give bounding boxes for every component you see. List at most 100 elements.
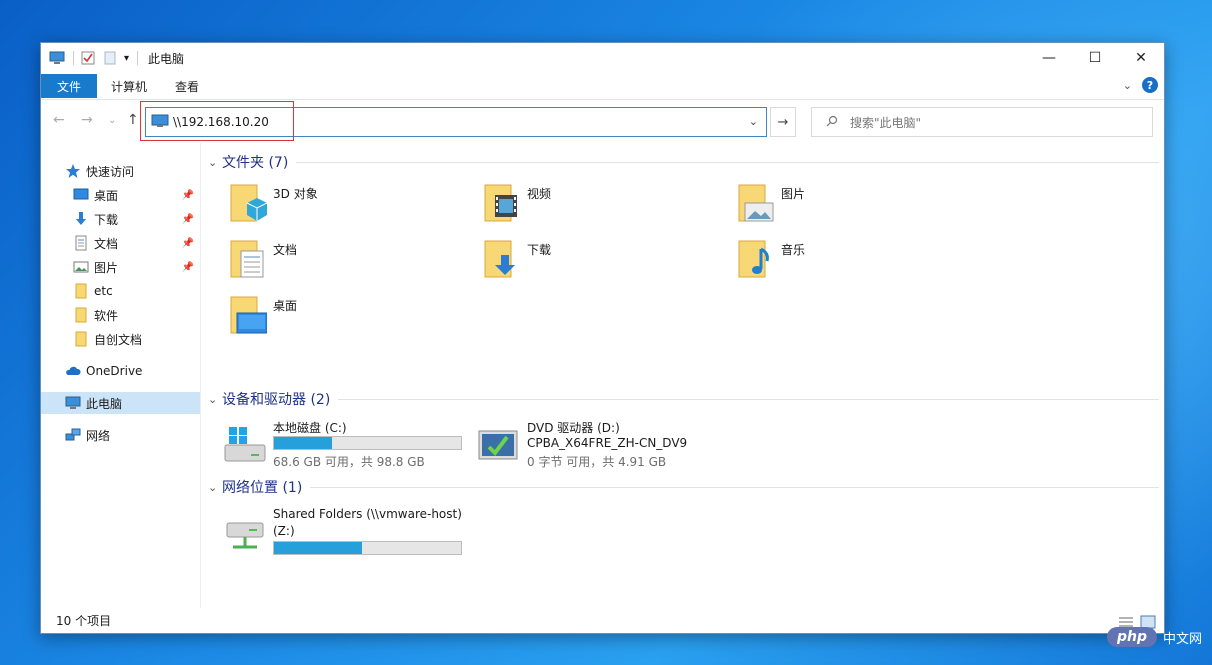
drive-letter-label: (Z:) <box>273 524 295 538</box>
collapse-chevron-icon[interactable]: ⌄ <box>208 393 222 406</box>
collapse-chevron-icon[interactable]: ⌄ <box>208 156 222 169</box>
ribbon-tabs: 文件 计算机 查看 ⌄ ? <box>41 74 1164 98</box>
folder-label: 桌面 <box>273 299 298 313</box>
sidebar-item-desktop[interactable]: 桌面 📌 <box>41 184 200 206</box>
sidebar-item-label: 下载 <box>94 212 119 227</box>
drive-space-detail: 0 字节 可用，共 4.91 GB <box>527 455 667 469</box>
folder-label: 图片 <box>781 187 806 201</box>
document-icon <box>73 235 89 251</box>
sidebar-item-network[interactable]: 网络 <box>41 424 200 446</box>
network-drive-tile-z[interactable]: Shared Folders (\\vmware-host) (Z:) <box>223 507 483 559</box>
collapse-chevron-icon[interactable]: ⌄ <box>208 481 222 494</box>
close-button[interactable]: ✕ <box>1118 43 1164 73</box>
section-title: 文件夹 (7) <box>222 155 289 171</box>
section-title: 设备和驱动器 (2) <box>222 392 331 408</box>
back-arrow-icon[interactable]: ← <box>53 112 65 128</box>
sidebar-item-etc[interactable]: etc <box>41 280 200 302</box>
drive-name: 本地磁盘 (C:) <box>273 421 347 435</box>
folder-icon <box>73 331 89 347</box>
minimize-button[interactable]: — <box>1026 43 1072 73</box>
sidebar-item-this-pc[interactable]: 此电脑 <box>41 392 200 414</box>
sidebar-item-downloads[interactable]: 下载 📌 <box>41 208 200 230</box>
section-divider <box>296 161 1159 163</box>
desktop-folder-icon <box>227 293 268 337</box>
pin-icon[interactable]: 📌 <box>182 262 194 273</box>
drive-tile-dvd-d[interactable]: DVD 驱动器 (D:) CPBA_X64FRE_ZH-CN_DV9 0 字节 … <box>477 419 737 471</box>
search-box[interactable]: 搜索"此电脑" <box>811 107 1153 137</box>
expand-ribbon-icon[interactable]: ⌄ <box>1123 79 1132 92</box>
search-icon <box>826 115 838 130</box>
window-title: 此电脑 <box>148 51 185 66</box>
computer-icon <box>65 395 81 411</box>
star-icon <box>65 163 81 179</box>
address-dropdown-icon[interactable]: ⌄ <box>749 115 758 128</box>
section-title: 网络位置 (1) <box>222 480 303 496</box>
help-icon[interactable]: ? <box>1142 77 1158 93</box>
maximize-button[interactable]: ☐ <box>1072 43 1118 73</box>
folder-label: 音乐 <box>781 243 806 257</box>
sidebar-item-documents[interactable]: 文档 📌 <box>41 232 200 254</box>
sidebar-item-pictures[interactable]: 图片 📌 <box>41 256 200 278</box>
drive-usage-bar <box>273 541 462 555</box>
title-bar: ▾ 此电脑 — ☐ ✕ <box>41 43 1164 73</box>
sidebar-item-label: 桌面 <box>94 188 119 203</box>
download-icon <box>73 211 89 227</box>
network-drive-icon <box>223 517 267 557</box>
folder-icon <box>73 307 89 323</box>
sidebar-item-onedrive[interactable]: OneDrive <box>41 360 200 382</box>
drive-name: Shared Folders (\\vmware-host) <box>273 507 462 521</box>
section-divider <box>338 398 1159 400</box>
up-arrow-icon[interactable]: ↑ <box>127 112 139 128</box>
video-folder-icon <box>481 181 521 225</box>
sidebar-item-software[interactable]: 软件 <box>41 304 200 326</box>
sidebar-item-label: 图片 <box>94 260 119 275</box>
go-arrow-icon[interactable]: → <box>770 107 796 137</box>
navigation-pane: 快速访问 桌面 📌 下载 📌 文档 📌 图片 📌 etc 软件 自创文档 One… <box>41 143 201 608</box>
new-folder-icon[interactable] <box>102 50 118 66</box>
sidebar-item-custom-docs[interactable]: 自创文档 <box>41 328 200 350</box>
folder-tile-music[interactable]: 音乐 <box>735 237 805 281</box>
drive-usage-bar <box>273 436 462 450</box>
drive-usage-fill <box>274 437 332 449</box>
sidebar-item-label: 软件 <box>94 308 119 323</box>
quick-access-toolbar: ▾ 此电脑 <box>41 50 184 67</box>
content-area: ⌄ 文件夹 (7) 3D 对象 视频 图片 文档 下载 音乐 桌面 ⌄ 设备和驱… <box>203 143 1163 608</box>
section-header-network[interactable]: ⌄ 网络位置 (1) <box>203 476 1159 498</box>
desktop-icon <box>73 187 89 203</box>
recent-locations-chevron-icon[interactable]: ⌄ <box>108 115 116 126</box>
tab-computer[interactable]: 计算机 <box>97 74 161 98</box>
sidebar-item-quick-access[interactable]: 快速访问 <box>41 160 200 182</box>
sidebar-item-label: 文档 <box>94 236 119 251</box>
drive-tile-local-c[interactable]: 本地磁盘 (C:) 68.6 GB 可用，共 98.8 GB <box>223 419 473 469</box>
pin-icon[interactable]: 📌 <box>182 238 194 249</box>
sidebar-item-label: OneDrive <box>86 364 143 378</box>
folder-tile-pictures[interactable]: 图片 <box>735 181 805 225</box>
pin-icon[interactable]: 📌 <box>182 190 194 201</box>
folder-tile-documents[interactable]: 文档 <box>227 237 297 281</box>
folder-tile-downloads[interactable]: 下载 <box>481 237 551 281</box>
documents-folder-icon <box>227 237 267 281</box>
tab-view[interactable]: 查看 <box>161 74 213 98</box>
section-header-folders[interactable]: ⌄ 文件夹 (7) <box>203 151 1159 173</box>
section-header-drives[interactable]: ⌄ 设备和驱动器 (2) <box>203 388 1159 410</box>
watermark-badge: php <box>1106 627 1157 647</box>
3d-objects-icon <box>227 181 268 225</box>
customize-toolbar-icon[interactable]: ▾ <box>124 53 129 64</box>
pin-icon[interactable]: 📌 <box>182 214 194 225</box>
properties-icon[interactable] <box>80 50 96 66</box>
toolbar-separator <box>73 51 74 65</box>
drive-usage-fill <box>274 542 362 554</box>
forward-arrow-icon[interactable]: → <box>81 112 93 128</box>
computer-icon <box>49 50 65 66</box>
folder-tile-videos[interactable]: 视频 <box>481 181 551 225</box>
sidebar-item-label: 快速访问 <box>86 164 135 179</box>
network-icon <box>65 427 81 443</box>
folder-tile-desktop[interactable]: 桌面 <box>227 293 297 337</box>
pictures-folder-icon <box>735 181 775 225</box>
php-watermark: php 中文网 <box>1106 627 1202 647</box>
music-folder-icon <box>735 237 775 281</box>
tab-file[interactable]: 文件 <box>41 74 97 98</box>
folder-tile-3d-objects[interactable]: 3D 对象 <box>227 181 318 225</box>
sidebar-item-label: 网络 <box>86 428 111 443</box>
folder-label: 3D 对象 <box>273 187 318 201</box>
